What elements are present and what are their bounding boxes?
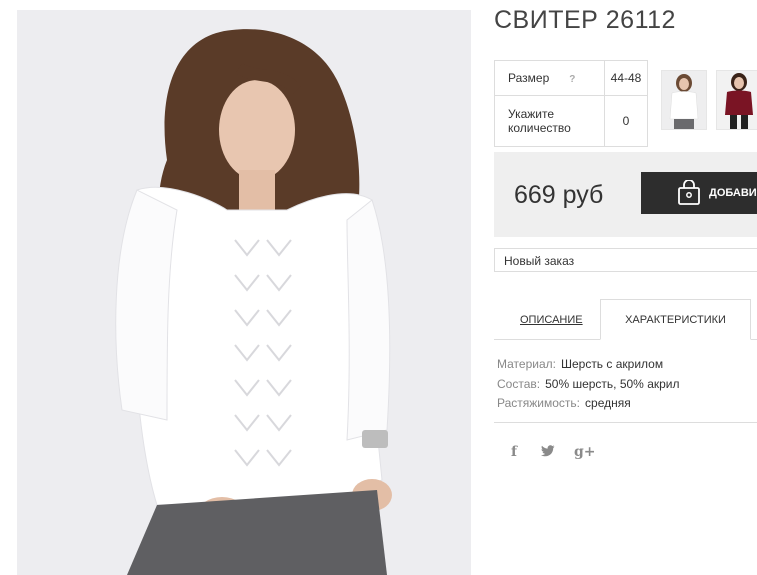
google-plus-icon[interactable]: g+ xyxy=(574,444,596,460)
spec-key: Растяжимость: xyxy=(497,396,581,410)
facebook-icon[interactable]: f xyxy=(511,444,517,460)
spec-row: Растяжимость: средняя xyxy=(497,394,680,414)
add-to-cart-button[interactable]: ДОБАВИ xyxy=(641,172,757,214)
tab-characteristics[interactable]: ХАРАКТЕРИСТИКИ xyxy=(600,299,751,340)
size-label-cell: Размер? xyxy=(494,60,605,96)
shopping-bag-icon xyxy=(677,180,701,206)
spec-key: Материал: xyxy=(497,357,556,371)
product-main-image[interactable] xyxy=(17,10,471,575)
thumbnail-burgundy[interactable] xyxy=(716,70,757,130)
size-value[interactable]: 44-48 xyxy=(604,60,648,96)
product-title: СВИТЕР 26112 xyxy=(494,6,676,34)
spec-value: средняя xyxy=(585,396,631,410)
quantity-label-line1: Укажите xyxy=(508,107,555,121)
quantity-label-line2: количество xyxy=(508,121,571,135)
thumbnail-white[interactable] xyxy=(661,70,707,130)
add-to-cart-label: ДОБАВИ xyxy=(709,187,757,199)
spec-value: Шерсть с акрилом xyxy=(560,357,664,371)
specs-list: Материал: Шерсть с акрилом Состав: 50% шер… xyxy=(497,355,680,414)
spec-value: 50% шерсть, 50% акрил xyxy=(545,376,680,391)
quantity-label-cell: Укажите количество xyxy=(494,95,605,147)
price-box: 669 руб ДОБАВИ xyxy=(494,152,757,237)
quantity-input[interactable]: 0 xyxy=(604,95,648,147)
spec-key: Состав: xyxy=(497,376,541,391)
order-select[interactable]: Новый заказ xyxy=(494,248,757,272)
product-options-table: Размер? 44-48 Укажите количество 0 xyxy=(494,60,648,147)
spec-row: Материал: Шерсть с акрилом xyxy=(497,355,680,375)
product-price: 669 руб xyxy=(514,181,604,209)
size-label: Размер xyxy=(508,71,550,85)
section-divider xyxy=(494,422,757,423)
tab-description[interactable]: ОПИСАНИЕ xyxy=(520,314,583,326)
help-icon[interactable]: ? xyxy=(569,74,575,85)
spec-row: Состав: 50% шерсть, 50% акрил xyxy=(497,375,680,395)
twitter-icon[interactable] xyxy=(541,444,555,460)
